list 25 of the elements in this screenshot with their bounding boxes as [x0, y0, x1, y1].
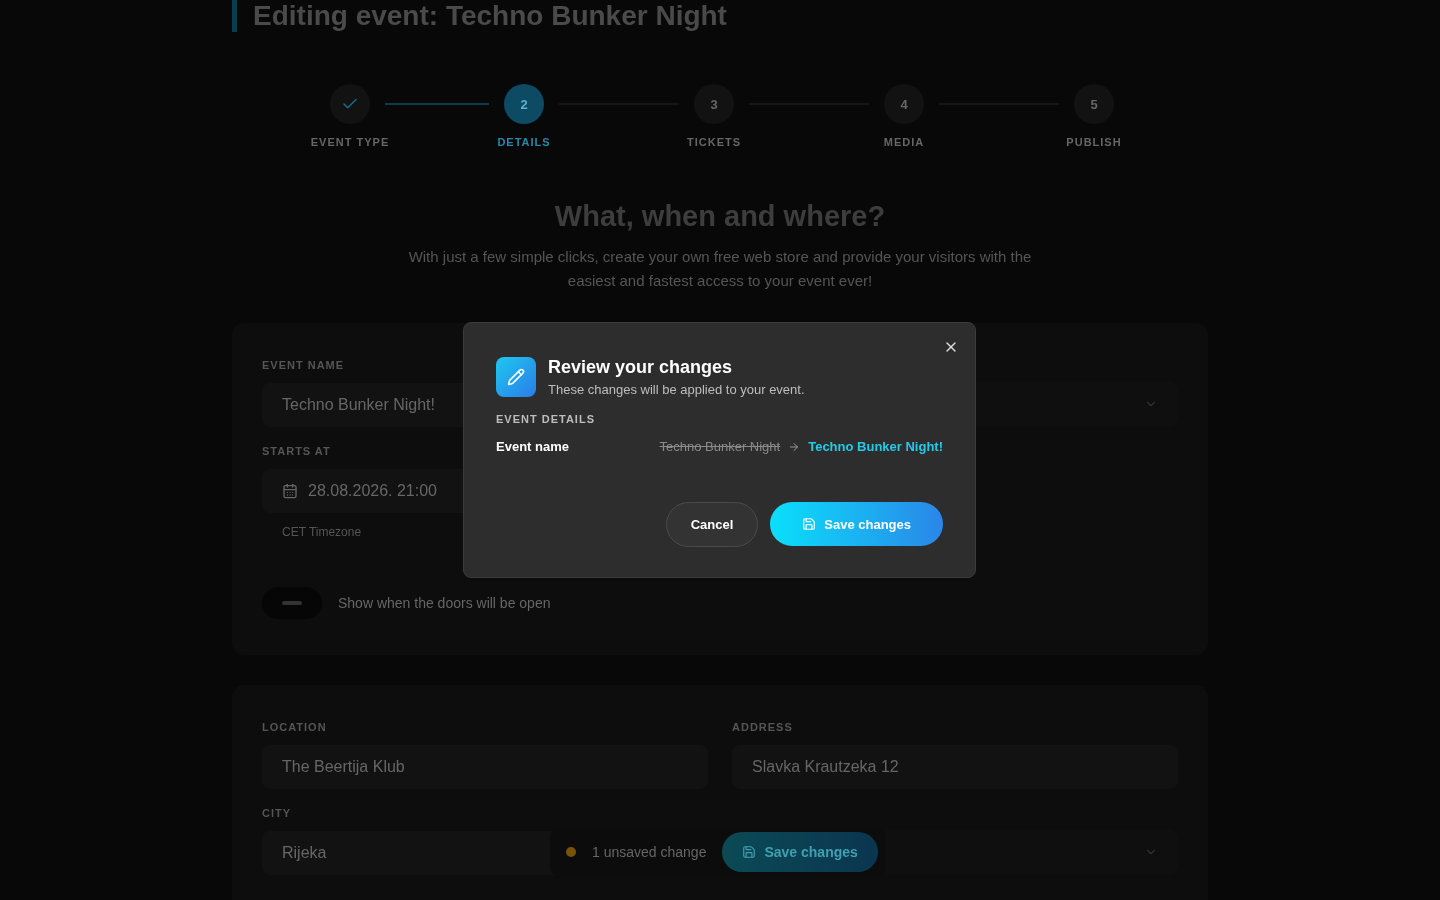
field-label: ADDRESS [732, 721, 793, 733]
dialog-title: Review your changes [548, 357, 734, 378]
section-label: EVENT DETAILS [496, 413, 596, 425]
step-label: MEDIA [883, 136, 925, 148]
step-number: 3 [694, 84, 734, 124]
step-label: TICKETS [686, 136, 742, 148]
old-value: Techno Bunker Night [659, 439, 781, 454]
field-label: EVENT NAME [262, 359, 345, 371]
dialog-subtitle: These changes will be applied to your event. [548, 382, 805, 397]
new-value: Techno Bunker Night! [808, 439, 943, 454]
step-number: 4 [884, 84, 924, 124]
field-label: CITY [262, 807, 292, 819]
toggle-label: Show when the doors will be open [338, 595, 551, 611]
step-label: DETAILS [497, 136, 551, 148]
step-number: 2 [504, 84, 544, 124]
field-label: STARTS AT [262, 445, 331, 457]
intro-text: With just a few simple clicks, create your own free web store and provide your visitors with the easiest and fastest access to your event ever! [407, 247, 1033, 291]
hint-text: CET Timezone [282, 525, 362, 539]
change-field: Event name [496, 439, 569, 454]
step-label: EVENT TYPE [310, 136, 390, 148]
field-label: LOCATION [262, 721, 327, 733]
unsaved-count: 1 unsaved change [592, 844, 707, 860]
page-title: Editing event: Techno Bunker Night [232, 0, 727, 32]
step-label: PUBLISH [1066, 136, 1122, 148]
step-number: 5 [1074, 84, 1114, 124]
